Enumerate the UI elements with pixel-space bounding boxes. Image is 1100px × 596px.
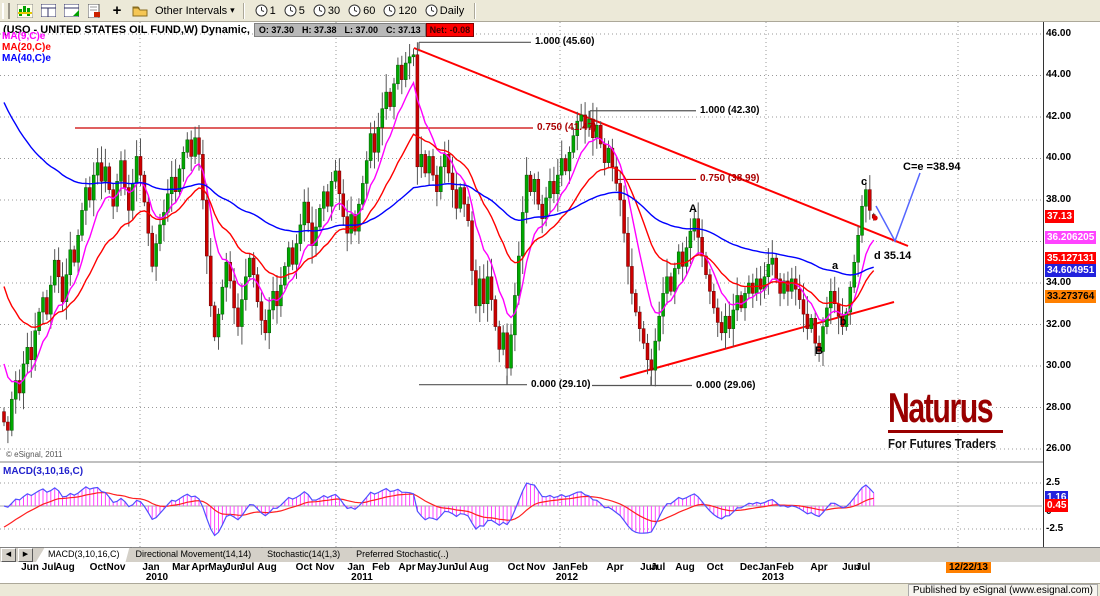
tab-study-3[interactable]: Preferred Stochastic(..)	[344, 547, 459, 562]
price-axis-label: 28.00	[1046, 402, 1071, 413]
price-axis-label: 46.00	[1046, 28, 1071, 39]
time-axis-month: May	[417, 562, 436, 573]
tab-macd[interactable]: MACD(3,10,16,C)	[36, 547, 130, 562]
price-axis-label: 38.00	[1046, 194, 1071, 205]
price-axis-label: 26.00	[1046, 443, 1071, 454]
time-axis-month: Nov	[316, 562, 335, 573]
price-axis[interactable]: 46.0044.0042.0040.0038.0036.0034.0032.00…	[1043, 22, 1100, 547]
time-axis-month: Aug	[469, 562, 488, 573]
time-axis-month: Apr	[191, 562, 208, 573]
price-axis-label: 42.00	[1046, 111, 1071, 122]
ma9-label: MA(9,C)e	[2, 31, 51, 42]
macd-axis-label: 2.5	[1046, 477, 1060, 488]
macd-axis-label: -2.5	[1046, 523, 1063, 534]
candles-layer	[3, 42, 876, 443]
time-axis-month: Feb	[570, 562, 588, 573]
net-value: -0.08	[450, 25, 471, 35]
time-axis-month: Dec	[740, 562, 758, 573]
price-axis-label: 34.00	[1046, 277, 1071, 288]
time-axis-month: Jul	[453, 562, 467, 573]
title-row: (USO - UNITED STATES OIL FUND,W) Dynamic…	[3, 23, 474, 37]
time-axis-month: Nov	[107, 562, 126, 573]
low-label: L:	[345, 25, 354, 35]
study-tab-bar: ◀ ▶ MACD(3,10,16,C)Directional Movement(…	[0, 547, 1100, 562]
macd-layer	[0, 483, 1042, 535]
quote-box: O: 37.30 H: 37.38 L: 37.00 C: 37.13	[254, 23, 426, 37]
price-value-box: 34.604951	[1045, 264, 1096, 277]
publisher-note: Published by eSignal (www.esignal.com)	[908, 584, 1098, 596]
price-value-box: 36.206205	[1045, 231, 1096, 244]
time-axis-month: Apr	[810, 562, 827, 573]
tab-study-2[interactable]: Stochastic(14(1,3)	[255, 547, 350, 562]
status-bar: Published by eSignal (www.esignal.com)	[0, 583, 1100, 596]
time-axis-month: Jun	[21, 562, 39, 573]
tab-scroll-left-icon[interactable]: ◀	[1, 548, 16, 562]
time-axis[interactable]: JunJulAugOctNovJan2010MarAprMayJunJulAug…	[0, 561, 1100, 583]
ma40-label: MA(40,C)e	[2, 53, 51, 64]
price-axis-label: 40.00	[1046, 152, 1071, 163]
close-label: C:	[386, 25, 396, 35]
esignal-chart-window: + Other Intervals ▾ 153060120Daily (USO …	[0, 0, 1100, 596]
high-label: H:	[302, 25, 312, 35]
macd-pane-label: MACD(3,10,16,C)	[3, 466, 83, 477]
price-value-box: 37.13	[1045, 210, 1074, 223]
price-axis-label: 30.00	[1046, 360, 1071, 371]
time-axis-month: Oct	[90, 562, 107, 573]
time-axis-month: Aug	[257, 562, 276, 573]
time-axis-month: Jul	[651, 562, 665, 573]
chart-svg[interactable]	[0, 0, 1100, 596]
close-value: 37.13	[398, 25, 421, 35]
open-value: 37.30	[271, 25, 294, 35]
time-axis-month: Nov	[527, 562, 546, 573]
price-axis-label: 44.00	[1046, 69, 1071, 80]
last-bar-date-stamp: 12/22/13	[946, 562, 991, 573]
tab-scroll-right-icon[interactable]: ▶	[18, 548, 33, 562]
net-label: Net:	[430, 25, 448, 35]
high-value: 37.38	[314, 25, 337, 35]
tab-study-1[interactable]: Directional Movement(14,14)	[124, 547, 262, 562]
time-axis-year: 2013	[762, 572, 784, 583]
time-axis-month: Oct	[707, 562, 724, 573]
time-axis-month: Feb	[776, 562, 794, 573]
time-axis-month: Jul	[856, 562, 870, 573]
time-axis-month: Aug	[55, 562, 74, 573]
low-value: 37.00	[356, 25, 379, 35]
ma-study-labels: MA(9,C)e MA(20,C)e MA(40,C)e	[2, 31, 51, 64]
time-axis-month: Jul	[240, 562, 254, 573]
net-change-badge: Net: -0.08	[426, 23, 475, 37]
time-axis-month: Oct	[508, 562, 525, 573]
ma20-label: MA(20,C)e	[2, 42, 51, 53]
time-axis-month: Apr	[606, 562, 623, 573]
price-axis-label: 32.00	[1046, 319, 1071, 330]
time-axis-month: Aug	[675, 562, 694, 573]
time-axis-year: 2011	[351, 572, 373, 583]
time-axis-year: 2012	[556, 572, 578, 583]
price-value-box: 33.273764	[1045, 290, 1096, 303]
time-axis-month: Feb	[372, 562, 390, 573]
time-axis-year: 2010	[146, 572, 168, 583]
time-axis-month: Apr	[398, 562, 415, 573]
open-label: O:	[259, 25, 269, 35]
macd-value-box: 0.45	[1045, 499, 1068, 512]
time-axis-month: Jul	[42, 562, 56, 573]
time-axis-month: Oct	[296, 562, 313, 573]
time-axis-month: Mar	[172, 562, 190, 573]
